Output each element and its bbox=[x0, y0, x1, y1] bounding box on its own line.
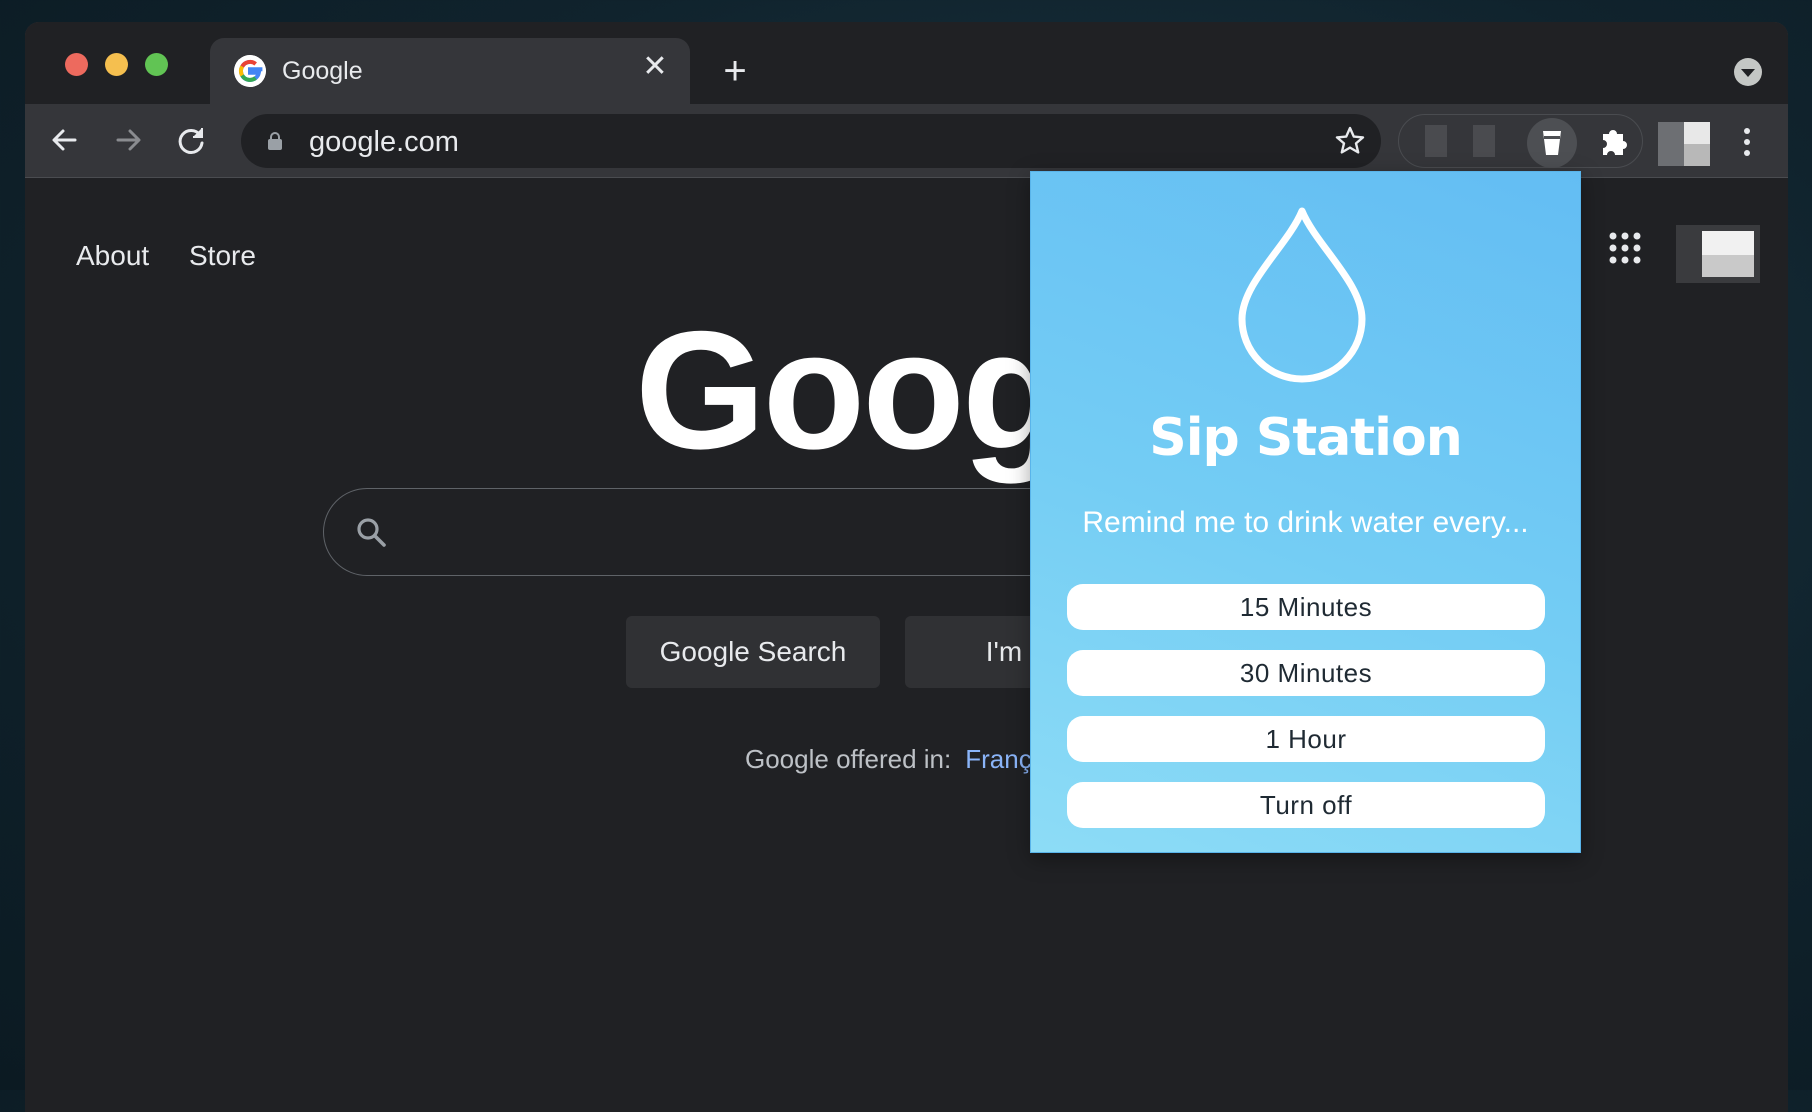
sip-station-popup: Sip Station Remind me to drink water eve… bbox=[1030, 171, 1581, 853]
kebab-menu-icon[interactable] bbox=[1737, 124, 1757, 160]
tab-title: Google bbox=[282, 57, 363, 85]
cup-icon bbox=[1543, 131, 1561, 155]
apps-grid-icon[interactable] bbox=[1608, 231, 1642, 265]
bookmark-star-icon[interactable] bbox=[1333, 124, 1367, 158]
zoom-window-button[interactable] bbox=[145, 53, 168, 76]
back-icon[interactable] bbox=[43, 118, 87, 162]
lock-icon[interactable] bbox=[267, 132, 283, 150]
account-avatar[interactable] bbox=[1676, 225, 1760, 283]
pinned-extension-icon[interactable] bbox=[1473, 125, 1495, 157]
toolbar: google.com bbox=[25, 104, 1788, 178]
pinned-extension-icon[interactable] bbox=[1425, 125, 1447, 157]
interval-30-minutes-button[interactable]: 30 Minutes bbox=[1067, 650, 1545, 696]
tab-strip: Google ✕ + bbox=[25, 22, 1788, 104]
water-drop-icon bbox=[1238, 207, 1366, 383]
interval-1-hour-button[interactable]: 1 Hour bbox=[1067, 716, 1545, 762]
new-tab-button[interactable]: + bbox=[715, 51, 755, 92]
google-favicon-icon bbox=[234, 55, 266, 87]
tab-search-icon[interactable] bbox=[1734, 58, 1762, 86]
popup-title: Sip Station bbox=[1149, 408, 1462, 468]
store-link[interactable]: Store bbox=[189, 240, 256, 272]
minimize-window-button[interactable] bbox=[105, 53, 128, 76]
forward-icon[interactable] bbox=[106, 118, 150, 162]
search-icon bbox=[357, 518, 386, 547]
close-window-button[interactable] bbox=[65, 53, 88, 76]
tab-google[interactable]: Google ✕ bbox=[210, 38, 690, 104]
sip-station-extension-button[interactable] bbox=[1527, 118, 1577, 168]
turn-off-button[interactable]: Turn off bbox=[1067, 782, 1545, 828]
language-offer-label: Google offered in: bbox=[745, 744, 952, 774]
popup-subtitle: Remind me to drink water every... bbox=[1082, 506, 1529, 539]
url-text[interactable]: google.com bbox=[309, 126, 459, 159]
google-logo: Goog bbox=[635, 296, 1065, 484]
close-tab-icon[interactable]: ✕ bbox=[638, 50, 672, 84]
language-offer: Google offered in: Franç bbox=[745, 744, 1032, 775]
puzzle-icon[interactable] bbox=[1595, 122, 1633, 160]
address-bar[interactable]: google.com bbox=[241, 114, 1381, 168]
profile-avatar[interactable] bbox=[1658, 122, 1710, 166]
reload-icon[interactable] bbox=[169, 118, 213, 162]
google-search-button[interactable]: Google Search bbox=[626, 616, 880, 688]
language-link[interactable]: Franç bbox=[965, 744, 1031, 774]
about-link[interactable]: About bbox=[76, 240, 149, 272]
interval-15-minutes-button[interactable]: 15 Minutes bbox=[1067, 584, 1545, 630]
